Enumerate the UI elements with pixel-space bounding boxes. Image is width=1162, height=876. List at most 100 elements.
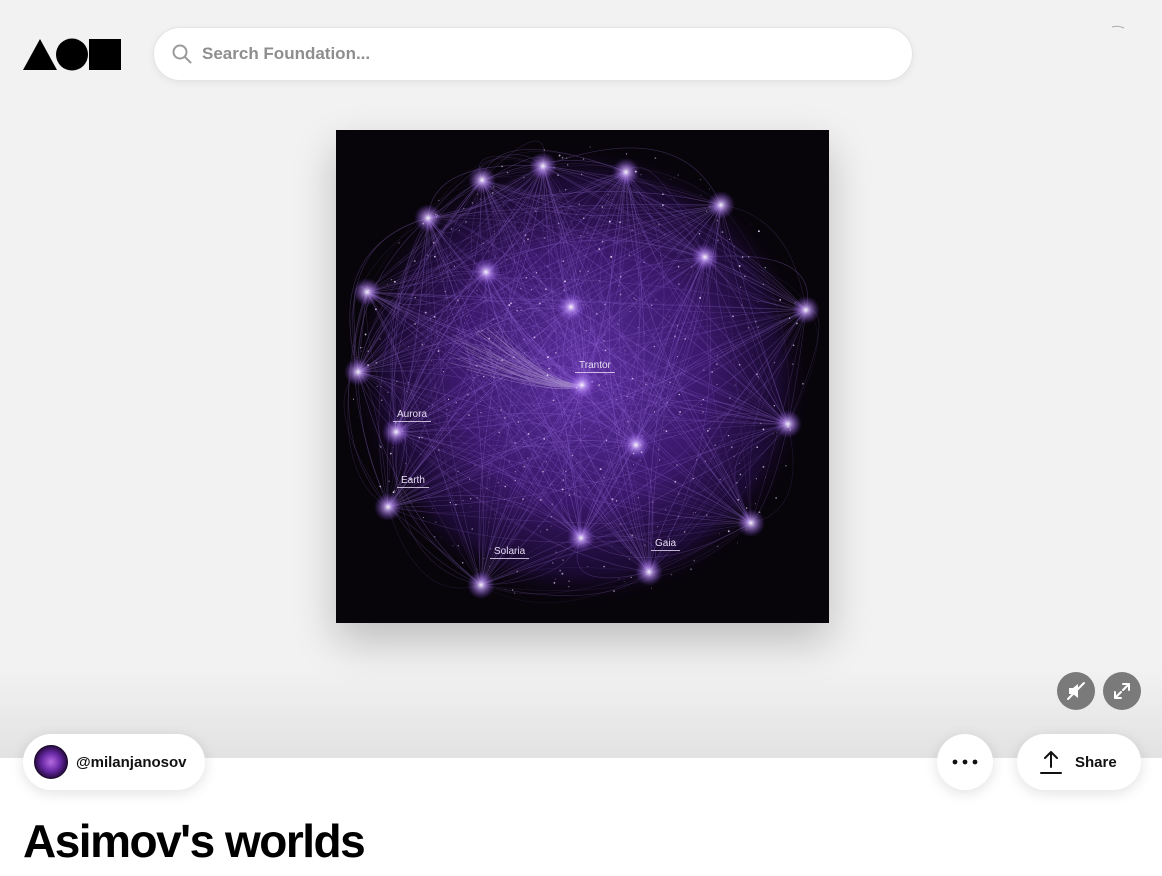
network-node	[534, 210, 537, 212]
network-node	[529, 439, 531, 440]
network-node	[500, 196, 502, 198]
network-node	[618, 432, 619, 434]
network-node	[561, 488, 564, 491]
network-node	[613, 590, 615, 592]
network-hub	[382, 418, 410, 446]
network-node	[684, 374, 686, 375]
network-node	[640, 451, 643, 454]
network-node	[420, 499, 422, 501]
network-hub	[691, 243, 719, 271]
creator-chip[interactable]: @milanjanosov	[23, 734, 205, 790]
network-node	[357, 416, 359, 418]
network-node	[657, 448, 660, 451]
search-input[interactable]	[202, 44, 882, 64]
network-node	[625, 153, 628, 155]
foundation-logo-icon[interactable]	[23, 38, 121, 71]
network-node	[479, 198, 481, 200]
network-node	[715, 363, 718, 366]
corner-mark	[1111, 25, 1125, 29]
network-node	[545, 461, 547, 463]
expand-icon	[1114, 683, 1130, 699]
network-node	[551, 503, 553, 505]
network-node	[684, 338, 686, 340]
network-node	[586, 232, 588, 235]
label-earth: Earth	[397, 475, 429, 488]
network-node	[661, 204, 664, 207]
network-node	[539, 437, 541, 439]
network-node	[387, 283, 388, 285]
network-node	[483, 558, 485, 560]
share-button[interactable]: Share	[1017, 734, 1141, 790]
network-node	[476, 497, 478, 499]
network-node	[633, 297, 635, 299]
network-hub	[792, 296, 820, 324]
network-node	[748, 256, 750, 258]
network-node	[582, 158, 585, 160]
network-node	[567, 349, 569, 351]
network-node	[494, 233, 496, 235]
network-node	[524, 234, 527, 237]
network-node	[582, 304, 584, 306]
network-node	[375, 361, 378, 364]
network-node	[744, 486, 747, 488]
network-node	[468, 414, 470, 416]
network-node	[442, 371, 445, 373]
network-node	[618, 285, 620, 287]
network-node	[647, 384, 648, 386]
network-hub	[344, 358, 372, 386]
network-node	[604, 373, 606, 375]
network-node	[683, 531, 686, 533]
network-node	[489, 566, 490, 567]
network-node	[756, 446, 759, 449]
network-node	[435, 521, 437, 523]
network-node	[414, 322, 417, 325]
network-node	[406, 391, 408, 393]
network-node	[664, 234, 665, 235]
network-node	[540, 499, 542, 501]
network-node	[508, 461, 510, 463]
network-node	[666, 401, 669, 404]
network-node	[581, 279, 583, 281]
network-node	[568, 580, 570, 582]
network-node	[482, 242, 485, 245]
network-node	[538, 302, 541, 305]
fullscreen-button[interactable]	[1103, 672, 1141, 710]
network-node	[470, 506, 472, 508]
network-node	[469, 497, 472, 500]
network-node	[527, 433, 530, 435]
network-node	[640, 444, 642, 446]
artwork-image[interactable]: Trantor Aurora Earth Solaria Gaia	[336, 130, 829, 623]
network-node	[754, 320, 757, 323]
network-node	[457, 470, 459, 472]
network-node	[552, 562, 554, 564]
network-node	[583, 428, 586, 430]
network-node	[586, 316, 588, 318]
network-node	[734, 384, 736, 386]
network-node	[604, 303, 606, 306]
network-node	[361, 350, 362, 352]
network-node	[737, 542, 738, 544]
network-node	[773, 405, 775, 407]
network-node	[630, 552, 632, 554]
more-options-button[interactable]	[937, 734, 993, 790]
network-node	[776, 431, 777, 433]
network-node	[717, 355, 719, 357]
network-node	[379, 485, 382, 488]
search-bar[interactable]	[153, 27, 913, 81]
network-node	[550, 525, 552, 527]
network-node	[762, 428, 765, 431]
mute-button[interactable]	[1057, 672, 1095, 710]
network-node	[637, 326, 640, 329]
network-node	[437, 449, 440, 452]
network-node	[739, 463, 741, 465]
network-node	[603, 340, 605, 342]
network-node	[491, 192, 494, 194]
network-node	[524, 352, 526, 354]
network-node	[392, 447, 394, 449]
network-node	[561, 156, 564, 159]
label-gaia: Gaia	[650, 538, 681, 551]
network-node	[457, 358, 460, 360]
network-node	[558, 222, 560, 225]
network-node	[754, 503, 756, 505]
network-node	[364, 333, 367, 336]
